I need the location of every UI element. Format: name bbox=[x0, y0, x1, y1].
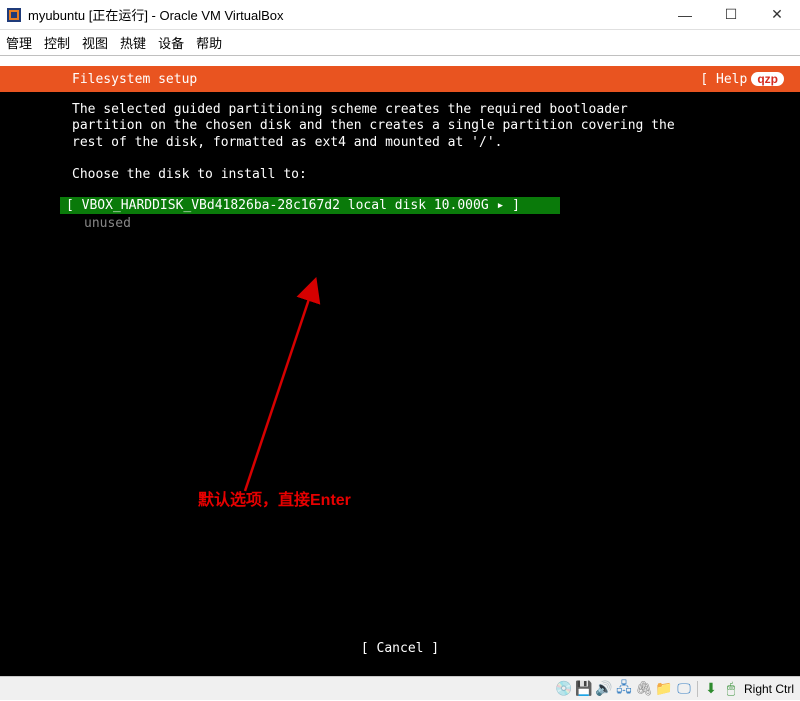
display-icon[interactable]: 🖵 bbox=[675, 680, 693, 698]
installer-header: Filesystem setup [ Help qzp bbox=[0, 66, 800, 92]
menu-control[interactable]: 控制 bbox=[44, 33, 70, 52]
help-label: [ Help bbox=[700, 72, 747, 87]
annotation-arrow bbox=[200, 266, 400, 506]
audio-icon[interactable]: 🔊 bbox=[595, 680, 613, 698]
choose-prompt: Choose the disk to install to: bbox=[72, 167, 307, 182]
menu-help[interactable]: 帮助 bbox=[196, 33, 222, 52]
menubar: 管理 控制 视图 热键 设备 帮助 bbox=[0, 30, 800, 56]
window-controls: — ☐ ✕ bbox=[662, 0, 800, 30]
watermark-badge: qzp bbox=[751, 72, 784, 86]
minimize-button[interactable]: — bbox=[662, 0, 708, 30]
host-key-label: Right Ctrl bbox=[744, 682, 794, 696]
cancel-row: [ Cancel ] bbox=[0, 641, 800, 656]
installer-help[interactable]: [ Help qzp bbox=[700, 72, 784, 87]
hard-disk-icon[interactable]: 💾 bbox=[575, 680, 593, 698]
mouse-capture-icon[interactable]: 🖱 bbox=[722, 680, 740, 698]
vm-screen[interactable]: Filesystem setup [ Help qzp The selected… bbox=[0, 66, 800, 676]
cancel-button[interactable]: [ Cancel ] bbox=[361, 641, 439, 656]
optical-drive-icon[interactable]: 💿 bbox=[555, 680, 573, 698]
shared-folder-icon[interactable]: 📁 bbox=[655, 680, 673, 698]
maximize-button[interactable]: ☐ bbox=[708, 0, 754, 30]
body-text: The selected guided partitioning scheme … bbox=[72, 102, 675, 150]
guest-additions-icon[interactable]: ⬇ bbox=[702, 680, 720, 698]
menu-hotkeys[interactable]: 热键 bbox=[120, 33, 146, 52]
network-icon[interactable]: 🖧 bbox=[615, 680, 633, 698]
disk-list: [ VBOX_HARDDISK_VBd41826ba-28c167d2 loca… bbox=[60, 197, 800, 231]
installer-title: Filesystem setup bbox=[72, 72, 197, 87]
menu-devices[interactable]: 设备 bbox=[158, 33, 184, 52]
usb-icon[interactable]: 🖇 bbox=[635, 680, 653, 698]
statusbar: 💿 💾 🔊 🖧 🖇 📁 🖵 ⬇ 🖱 Right Ctrl bbox=[0, 676, 800, 700]
window-titlebar: myubuntu [正在运行] - Oracle VM VirtualBox —… bbox=[0, 0, 800, 30]
disk-unused-label: unused bbox=[84, 216, 800, 231]
virtualbox-icon bbox=[6, 7, 22, 23]
window-title: myubuntu [正在运行] - Oracle VM VirtualBox bbox=[28, 5, 662, 24]
disk-option-selected[interactable]: [ VBOX_HARDDISK_VBd41826ba-28c167d2 loca… bbox=[60, 197, 560, 214]
close-button[interactable]: ✕ bbox=[754, 0, 800, 30]
menu-manage[interactable]: 管理 bbox=[6, 33, 32, 52]
menu-view[interactable]: 视图 bbox=[82, 33, 108, 52]
annotation-text: 默认选项，直接Enter bbox=[198, 486, 351, 510]
installer-body: The selected guided partitioning scheme … bbox=[0, 92, 800, 183]
status-separator bbox=[697, 681, 698, 697]
